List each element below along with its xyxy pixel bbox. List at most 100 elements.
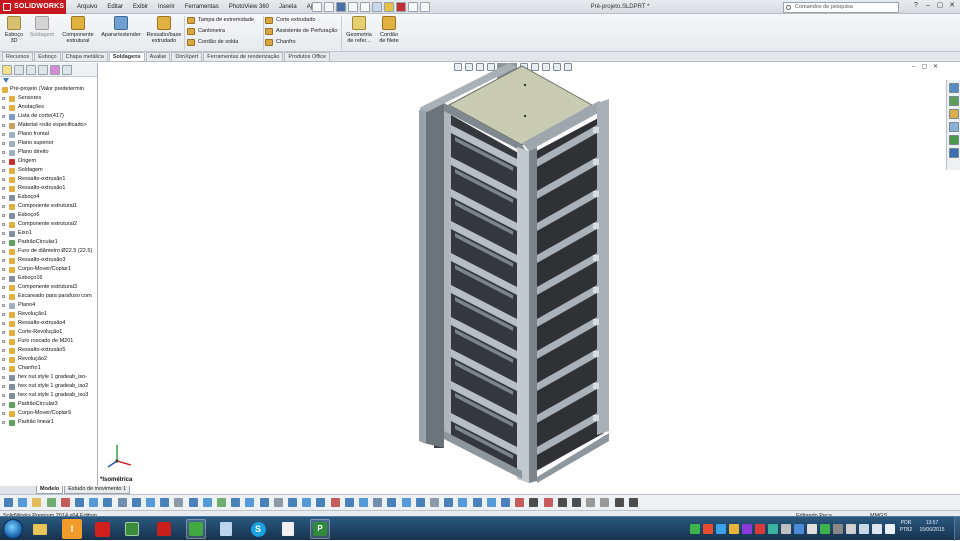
tray-expand-icon[interactable] <box>833 524 843 534</box>
design-library-icon[interactable] <box>949 96 959 106</box>
expand-toggle[interactable] <box>2 313 5 316</box>
tree-filter[interactable] <box>0 77 97 85</box>
help-button[interactable]: ? <box>912 2 920 10</box>
taskbar-clock[interactable]: 13:57 15/06/2015 <box>918 520 946 534</box>
expand-toggle[interactable] <box>2 268 5 271</box>
new-file-icon[interactable] <box>312 2 322 12</box>
battery-icon[interactable] <box>885 524 895 534</box>
tree-item[interactable]: Corpo-Mover/Copiar1 <box>0 265 97 274</box>
tray-app-icon[interactable] <box>755 524 765 534</box>
inventor-app-icon[interactable]: I <box>62 519 82 539</box>
toolbar-tool-icon[interactable] <box>288 498 297 507</box>
display-manager-icon[interactable] <box>50 65 60 75</box>
tab-ferramentas-renderizacao[interactable]: Ferramentas de renderização <box>203 52 284 61</box>
toolbar-tool-icon[interactable] <box>628 498 638 507</box>
expand-toggle[interactable] <box>2 358 5 361</box>
tree-item[interactable]: Anotações <box>0 103 97 112</box>
options-icon[interactable] <box>420 2 430 12</box>
toolbar-tool-icon[interactable] <box>387 498 397 507</box>
menu-exibir[interactable]: Exibir <box>128 0 153 14</box>
file-app-icon[interactable] <box>216 519 236 539</box>
dimxpert-manager-icon[interactable] <box>38 65 48 75</box>
expand-toggle[interactable] <box>2 277 5 280</box>
tree-item[interactable]: Componente estrutural2 <box>0 220 97 229</box>
toolbar-tool-icon[interactable] <box>330 498 340 507</box>
tree-item[interactable]: Sensores <box>0 94 97 103</box>
expand-toggle[interactable] <box>2 142 5 145</box>
toolbar-tool-icon[interactable] <box>4 498 13 507</box>
solidworks-active-app-icon[interactable] <box>186 519 206 539</box>
toolbar-tool-icon[interactable] <box>231 498 241 507</box>
toolbar-tool-icon[interactable] <box>273 498 283 507</box>
expand-toggle[interactable] <box>2 376 5 379</box>
toolbar-tool-icon[interactable] <box>146 498 155 507</box>
tree-item[interactable]: hex nut style 1 gradeab_iso2 <box>0 382 97 391</box>
appearances-icon[interactable] <box>949 135 959 145</box>
tray-app-icon[interactable] <box>690 524 700 534</box>
appearance-icon[interactable] <box>62 65 72 75</box>
toolbar-tool-icon[interactable] <box>174 498 184 507</box>
expand-toggle[interactable] <box>2 106 5 109</box>
resources-icon[interactable] <box>949 83 959 93</box>
toolbar-tool-icon[interactable] <box>302 498 312 507</box>
tree-item[interactable]: Componente estrutural3 <box>0 283 97 292</box>
configuration-manager-icon[interactable] <box>26 65 36 75</box>
rack-model[interactable] <box>99 63 945 486</box>
tray-app-icon[interactable] <box>703 524 713 534</box>
tree-item[interactable]: PadrãoCircular1 <box>0 238 97 247</box>
expand-toggle[interactable] <box>2 340 5 343</box>
minimize-button[interactable]: – <box>924 2 932 10</box>
tray-app-icon[interactable] <box>820 524 830 534</box>
feature-tree-icon[interactable] <box>2 65 12 75</box>
tree-item[interactable]: Revolução1 <box>0 310 97 319</box>
toolbar-tool-icon[interactable] <box>89 498 99 507</box>
tray-app-icon[interactable] <box>768 524 778 534</box>
tree-item[interactable]: Ressalto-extrusão3 <box>0 256 97 265</box>
expand-toggle[interactable] <box>2 133 5 136</box>
menu-editar[interactable]: Editar <box>102 0 128 14</box>
tree-item[interactable]: Escareado para parafuso com <box>0 292 97 301</box>
hole-wizard-button[interactable]: Assistente de Perfuração <box>265 27 337 35</box>
tree-item[interactable]: Corpo-Mover/Copiar9 <box>0 409 97 418</box>
toolbar-tool-icon[interactable] <box>529 498 539 507</box>
expand-toggle[interactable] <box>2 367 5 370</box>
tree-item[interactable]: Esboço4 <box>0 193 97 202</box>
expand-toggle[interactable] <box>2 322 5 325</box>
toolbar-tool-icon[interactable] <box>359 498 368 507</box>
solidworks-logo[interactable]: SOLIDWORKS <box>0 0 66 14</box>
volume-icon[interactable] <box>872 524 882 534</box>
tree-item[interactable]: Ressalto-extrusão1 <box>0 184 97 193</box>
tree-item[interactable]: Componente estrutural1 <box>0 202 97 211</box>
toolbar-tool-icon[interactable] <box>515 498 525 507</box>
network-icon[interactable] <box>859 524 869 534</box>
panel-scroll-nav[interactable] <box>0 486 36 494</box>
tree-item[interactable]: Ressalto-extrusão5 <box>0 346 97 355</box>
tree-item[interactable]: Ressalto-extrusão1 <box>0 175 97 184</box>
toolbar-tool-icon[interactable] <box>415 498 425 507</box>
tree-item[interactable]: Material <não especificado> <box>0 121 97 130</box>
expand-toggle[interactable] <box>2 250 5 253</box>
toolbar-tool-icon[interactable] <box>245 498 255 507</box>
tab-avaliar[interactable]: Avaliar <box>145 52 171 61</box>
toolbar-tool-icon[interactable] <box>401 498 411 507</box>
property-manager-icon[interactable] <box>14 65 24 75</box>
toolbar-tool-icon[interactable] <box>501 498 510 507</box>
toolbar-tool-icon[interactable] <box>131 498 141 507</box>
expand-toggle[interactable] <box>2 169 5 172</box>
acrobat-app-icon[interactable] <box>154 519 174 539</box>
tree-item[interactable]: Origem <box>0 157 97 166</box>
toolbar-tool-icon[interactable] <box>75 498 84 507</box>
toolbar-tool-icon[interactable] <box>600 498 610 507</box>
tray-app-icon[interactable] <box>729 524 739 534</box>
gusset-button[interactable]: Cantoneira <box>187 27 225 35</box>
tree-item[interactable]: Soldagem <box>0 166 97 175</box>
print-icon[interactable] <box>348 2 358 12</box>
tray-app-icon[interactable] <box>807 524 817 534</box>
expand-toggle[interactable] <box>2 385 5 388</box>
toolbar-tool-icon[interactable] <box>444 498 454 507</box>
tab-produtos-office[interactable]: Produtos Office <box>284 52 331 61</box>
expand-toggle[interactable] <box>2 421 5 424</box>
toolbar-tool-icon[interactable] <box>202 498 212 507</box>
tab-estudo-movimento[interactable]: Estudo de movimento 1 <box>64 486 131 494</box>
toolbar-tool-icon[interactable] <box>46 498 56 507</box>
